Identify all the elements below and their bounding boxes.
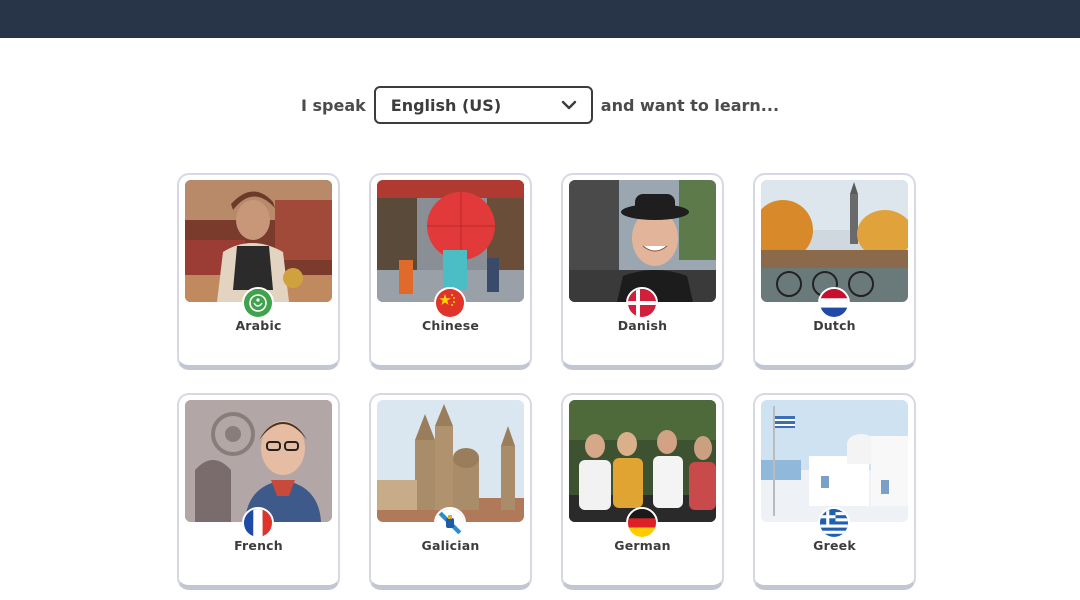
native-language-dropdown[interactable]: English (US) xyxy=(373,86,593,124)
greek-photo xyxy=(761,400,908,522)
language-name: Chinese xyxy=(421,318,480,333)
language-name: German xyxy=(614,538,671,553)
german-photo xyxy=(569,400,716,522)
netherlands-flag-icon xyxy=(818,287,850,319)
language-name: Danish xyxy=(617,318,668,333)
language-name: Galician xyxy=(421,538,480,553)
arabic-flag-icon xyxy=(242,287,274,319)
language-card-chinese[interactable]: Chinese xyxy=(369,173,532,370)
language-card-german[interactable]: German xyxy=(561,393,724,590)
germany-flag-icon xyxy=(626,507,658,539)
denmark-flag-icon xyxy=(626,287,658,319)
language-grid: Arabic Chinese Danish Dutch French Galic… xyxy=(177,173,916,590)
language-name: Dutch xyxy=(813,318,856,333)
french-photo xyxy=(185,400,332,522)
greece-flag-icon xyxy=(818,507,850,539)
arabic-photo xyxy=(185,180,332,302)
language-card-danish[interactable]: Danish xyxy=(561,173,724,370)
language-card-greek[interactable]: Greek xyxy=(753,393,916,590)
dutch-photo xyxy=(761,180,908,302)
danish-photo xyxy=(569,180,716,302)
want-to-learn-label: and want to learn... xyxy=(600,95,780,115)
chinese-photo xyxy=(377,180,524,302)
selected-language-value: English (US) xyxy=(390,95,502,115)
language-name: Greek xyxy=(813,538,856,553)
language-name: French xyxy=(234,538,283,553)
china-flag-icon xyxy=(434,287,466,319)
galician-photo xyxy=(377,400,524,522)
chevron-down-icon xyxy=(561,100,576,110)
language-name: Arabic xyxy=(235,318,282,333)
top-navigation-bar xyxy=(0,0,1080,38)
language-card-dutch[interactable]: Dutch xyxy=(753,173,916,370)
language-selector-row: I speak English (US) and want to learn..… xyxy=(0,86,1080,124)
france-flag-icon xyxy=(242,507,274,539)
language-card-galician[interactable]: Galician xyxy=(369,393,532,590)
i-speak-label: I speak xyxy=(300,95,366,115)
language-card-arabic[interactable]: Arabic xyxy=(177,173,340,370)
language-card-french[interactable]: French xyxy=(177,393,340,590)
galicia-flag-icon xyxy=(434,507,466,539)
